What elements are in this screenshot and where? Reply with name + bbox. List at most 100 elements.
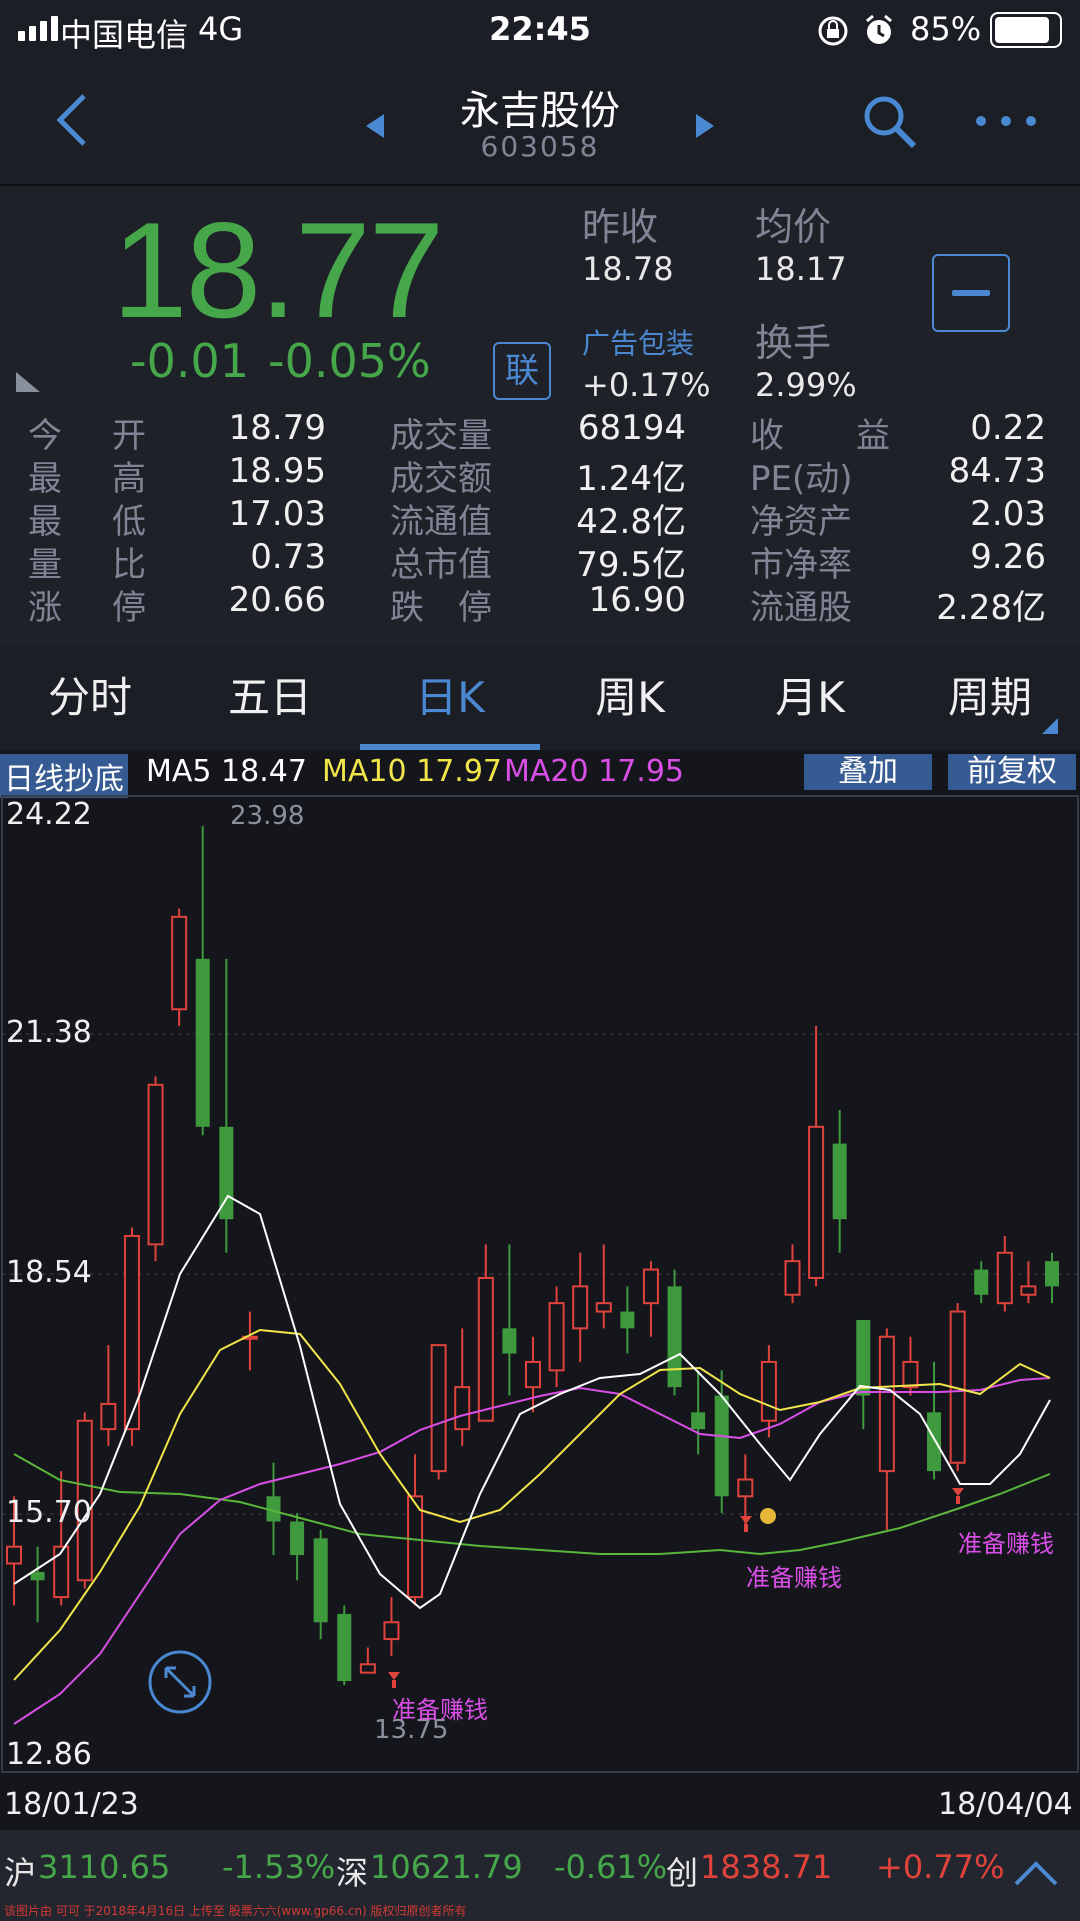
next-stock-icon[interactable]: [692, 112, 718, 140]
candle: [241, 1311, 258, 1371]
ma5-legend: MA5 18.47: [146, 754, 307, 789]
candle-body: [1045, 1261, 1059, 1287]
stat-label-b: 开: [112, 416, 146, 456]
dropdown-corner-icon: [1042, 718, 1058, 734]
candle: [1045, 1252, 1059, 1304]
turnover-label: 换手: [755, 321, 832, 365]
candle-body: [808, 1125, 825, 1279]
sz-index-pct: -0.61%: [554, 1848, 668, 1886]
sh-index-value: 3110.65: [38, 1848, 171, 1886]
stat-label-a: 收: [750, 416, 784, 456]
buy-signal-2: [740, 1516, 752, 1532]
stat-label: 流通值: [390, 502, 492, 542]
y-tick-3: 18.54: [6, 1255, 92, 1290]
stat-label-a: 最: [28, 459, 62, 499]
candle: [548, 1286, 565, 1388]
stat-label: 总市值: [390, 545, 492, 585]
tab-monthly-k[interactable]: 月K: [720, 648, 900, 750]
candle-body: [407, 1495, 424, 1599]
ad-label[interactable]: 广告包装: [582, 322, 694, 362]
candle: [996, 1235, 1013, 1312]
candle-body: [195, 958, 210, 1127]
candle: [667, 1269, 682, 1396]
candle-body: [525, 1360, 541, 1389]
minus-icon: [952, 290, 990, 296]
stat-value: 79.5亿: [576, 545, 686, 585]
stock-name: 永吉股份: [460, 88, 620, 134]
candle-body: [53, 1545, 70, 1599]
ma20-legend: MA20 17.95: [504, 754, 684, 789]
high-price-label: 23.98: [230, 801, 304, 831]
candle: [30, 1546, 45, 1623]
stock-code: 603058: [480, 130, 600, 163]
stat-value: 42.8亿: [576, 502, 686, 542]
avg-price-value: 18.17: [755, 250, 847, 288]
candle-body: [595, 1302, 612, 1313]
link-button[interactable]: 联: [493, 342, 551, 400]
candle-body: [502, 1328, 517, 1354]
candle: [1020, 1261, 1037, 1304]
overlay-button[interactable]: 叠加: [804, 754, 932, 790]
stat-label-b: 停: [112, 588, 146, 628]
ad-value: +0.17%: [582, 366, 711, 404]
rotation-lock-icon: [818, 16, 848, 46]
stat-value: 9.26: [970, 537, 1046, 577]
y-tick-top: 24.22: [6, 797, 92, 832]
candle-body: [902, 1360, 919, 1389]
tab-intraday[interactable]: 分时: [0, 648, 180, 750]
candle-body: [290, 1521, 305, 1556]
tab-five-day[interactable]: 五日: [180, 648, 360, 750]
candlestick-chart[interactable]: 24.22 21.38 18.54 15.70 12.86 23.98 13.7…: [0, 794, 1080, 1830]
candle-body: [667, 1286, 682, 1388]
candle-body: [760, 1360, 777, 1422]
ma10-legend: MA10 17.97: [322, 754, 502, 789]
more-icon[interactable]: [974, 114, 1038, 128]
candle: [832, 1110, 847, 1253]
candle-body: [313, 1538, 328, 1623]
candle: [290, 1513, 305, 1581]
battery-percent: 85%: [910, 10, 982, 48]
candle: [430, 1344, 447, 1480]
price-change: -0.01: [130, 334, 250, 388]
stat-label-b: 高: [112, 459, 146, 499]
sh-label: 沪: [4, 1854, 37, 1892]
candle-body: [147, 1083, 164, 1246]
stat-value: 16.90: [588, 580, 686, 620]
stat-value: 18.95: [228, 451, 326, 491]
stat-label-a: 量: [28, 545, 62, 585]
tab-daily-k[interactable]: 日K: [360, 648, 540, 750]
y-tick-2: 21.38: [6, 1015, 92, 1050]
candle: [927, 1361, 942, 1480]
candle-body: [974, 1269, 989, 1295]
quote-panel: 18.77 -0.01 -0.05% 联 昨收 18.78 均价 18.17 广…: [0, 186, 1080, 646]
candle: [313, 1529, 328, 1640]
tab-weekly-k[interactable]: 周K: [540, 648, 720, 750]
stat-label-b: 比: [112, 545, 146, 585]
candle-body: [454, 1386, 471, 1431]
y-tick-bottom: 12.86: [6, 1737, 92, 1772]
turnover-value: 2.99%: [755, 366, 857, 404]
candle-body: [691, 1412, 706, 1430]
current-price: 18.77: [112, 194, 444, 346]
stat-value: 0.73: [250, 537, 326, 577]
cy-label: 创: [666, 1854, 699, 1892]
candle-body: [171, 915, 188, 1011]
expand-up-icon[interactable]: [1014, 1860, 1058, 1886]
stat-value: 1.24亿: [576, 459, 686, 499]
candle: [454, 1328, 471, 1446]
candle-body: [477, 1276, 494, 1422]
signal-label-2: 准备赚钱: [746, 1564, 842, 1592]
cy-index-pct: +0.77%: [876, 1848, 1005, 1886]
indicator-label[interactable]: 日线抄底: [0, 754, 128, 798]
adjust-button[interactable]: 前复权: [948, 754, 1076, 790]
search-icon[interactable]: [862, 94, 918, 150]
candle-body: [383, 1621, 400, 1641]
candle: [359, 1647, 376, 1674]
stat-label: 成交量: [390, 416, 492, 456]
stat-label-a: 市净率: [750, 545, 852, 585]
candle-body: [714, 1395, 729, 1497]
tab-period[interactable]: 周期: [900, 648, 1080, 750]
stat-value: 17.03: [228, 494, 326, 534]
candle-body: [6, 1545, 22, 1565]
remove-watchlist-button[interactable]: [932, 254, 1010, 332]
